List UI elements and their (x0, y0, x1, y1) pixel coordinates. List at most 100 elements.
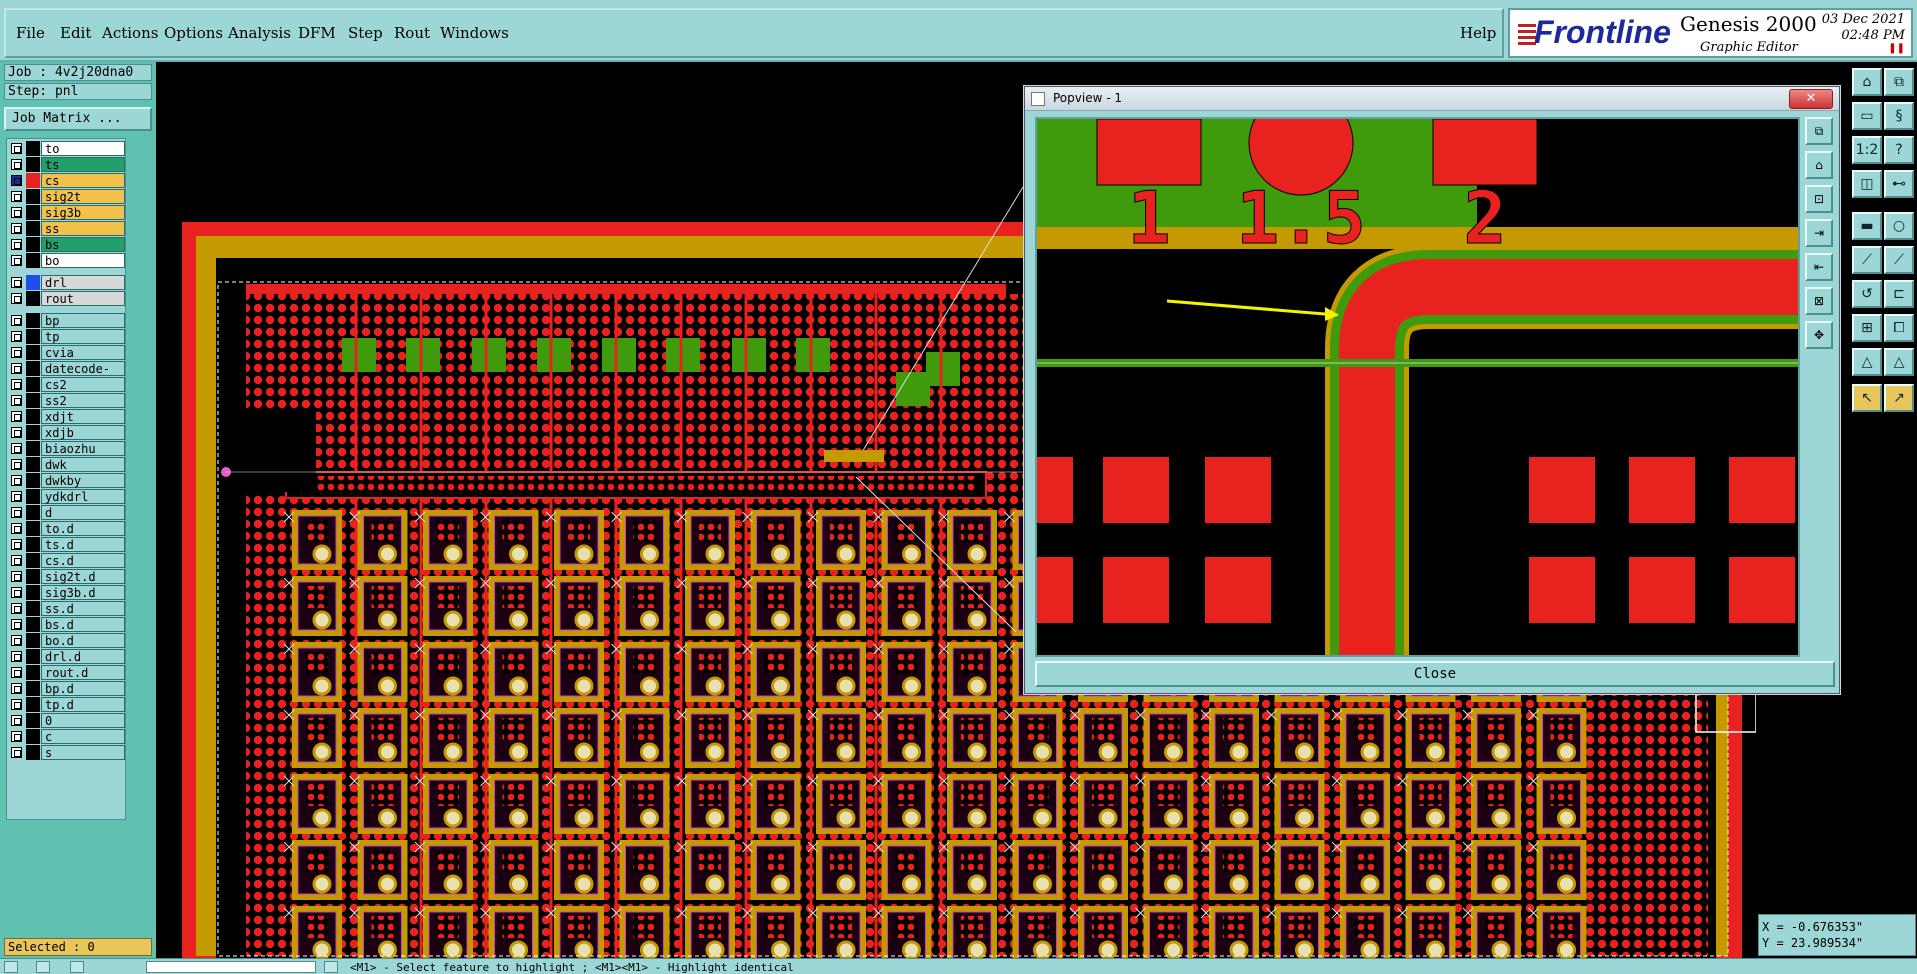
layer-row-to[interactable]: to (9, 141, 125, 156)
layer-row-rout-d[interactable]: rout.d (9, 665, 125, 680)
layer-row-cvia[interactable]: cvia (9, 345, 125, 360)
step-icon[interactable]: ▭ (1852, 102, 1882, 130)
layer-name[interactable]: sig2t (41, 189, 125, 204)
layer-name[interactable]: cvia (41, 345, 125, 360)
layer-name[interactable]: bp (41, 313, 125, 328)
layer-checkbox[interactable] (11, 443, 22, 454)
layer-checkbox[interactable] (11, 159, 22, 170)
layer-row-cs2[interactable]: cs2 (9, 377, 125, 392)
layer-checkbox[interactable] (11, 363, 22, 374)
status-snap-icon[interactable] (70, 961, 84, 973)
layer-name[interactable]: sig3b (41, 205, 125, 220)
layer-row-ts[interactable]: ts (9, 157, 125, 172)
layer-row-s[interactable]: s (9, 745, 125, 760)
layer-checkbox[interactable] (11, 223, 22, 234)
layer-name[interactable]: drl.d (41, 649, 125, 664)
layer-row-ss2[interactable]: ss2 (9, 393, 125, 408)
layer-checkbox[interactable] (11, 523, 22, 534)
select-icon[interactable]: ⊞ (1852, 314, 1882, 342)
pointer-icon[interactable]: ↖ (1852, 384, 1882, 412)
layer-name[interactable]: dwkby (41, 473, 125, 488)
layer-checkbox[interactable] (11, 411, 22, 422)
layer-checkbox[interactable] (11, 555, 22, 566)
menu-file[interactable]: File (16, 24, 45, 42)
layer-name[interactable]: s (41, 745, 125, 760)
layers-icon[interactable]: ◫ (1852, 170, 1882, 198)
layer-checkbox[interactable] (11, 587, 22, 598)
layer-checkbox[interactable] (11, 175, 22, 186)
menu-edit[interactable]: Edit (60, 24, 91, 42)
layer-name[interactable]: d (41, 505, 125, 520)
layer-row-bo[interactable]: bo (9, 253, 125, 268)
layer-checkbox[interactable] (11, 731, 22, 742)
edit-pointer-icon[interactable]: ↗ (1884, 384, 1914, 412)
layer-checkbox[interactable] (11, 315, 22, 326)
layer-row-drl-d[interactable]: drl.d (9, 649, 125, 664)
route-icon[interactable]: ⟋ (1884, 246, 1914, 274)
layer-row-sig2t[interactable]: sig2t (9, 189, 125, 204)
layer-checkbox[interactable] (11, 207, 22, 218)
layer-row-ts-d[interactable]: ts.d (9, 537, 125, 552)
layer-name[interactable]: sig2t.d (41, 569, 125, 584)
pad-icon[interactable]: ▬ (1852, 212, 1882, 240)
layer-row-tp[interactable]: tp (9, 329, 125, 344)
layer-checkbox[interactable] (11, 379, 22, 390)
layer-name[interactable]: c (41, 729, 125, 744)
layer-checkbox[interactable] (11, 539, 22, 550)
layer-row-tp-d[interactable]: tp.d (9, 697, 125, 712)
help-icon[interactable]: ? (1884, 136, 1914, 164)
layer-name[interactable]: tp (41, 329, 125, 344)
layer-row-0[interactable]: 0 (9, 713, 125, 728)
layer-row-c[interactable]: c (9, 729, 125, 744)
status-close-icon[interactable] (36, 961, 50, 973)
layer-row-ss[interactable]: ss (9, 221, 125, 236)
layer-checkbox[interactable] (11, 347, 22, 358)
popview-out-icon[interactable]: ⇤ (1805, 253, 1833, 281)
layer-name[interactable]: rout (41, 291, 125, 306)
layer-checkbox[interactable] (11, 507, 22, 518)
layer-name[interactable]: cs.d (41, 553, 125, 568)
layer-row-sig3b[interactable]: sig3b (9, 205, 125, 220)
layer-checkbox[interactable] (11, 571, 22, 582)
layer-checkbox[interactable] (11, 667, 22, 678)
menu-help[interactable]: Help (1460, 24, 1496, 42)
layer-name[interactable]: dwk (41, 457, 125, 472)
layer-name[interactable]: xdjt (41, 409, 125, 424)
circle-icon[interactable]: ○ (1884, 212, 1914, 240)
popview-zoom-icon[interactable]: ⧉ (1805, 117, 1833, 145)
layer-name[interactable]: ss.d (41, 601, 125, 616)
arc-icon[interactable]: ↺ (1852, 280, 1882, 308)
layer-checkbox[interactable] (11, 143, 22, 154)
layer-name[interactable]: bp.d (41, 681, 125, 696)
layer-name[interactable]: bs.d (41, 617, 125, 632)
layer-row-rout[interactable]: rout (9, 291, 125, 306)
layer-row-d[interactable]: d (9, 505, 125, 520)
status-grid-icon[interactable] (324, 961, 338, 973)
layer-name[interactable]: cs2 (41, 377, 125, 392)
layer-checkbox[interactable] (11, 651, 22, 662)
menu-dfm[interactable]: DFM (298, 24, 336, 42)
scale-icon[interactable]: 1:2 (1852, 136, 1882, 164)
layer-name[interactable]: biaozhu (41, 441, 125, 456)
layer-name[interactable]: bo (41, 253, 125, 268)
layer-name[interactable]: ydkdrl (41, 489, 125, 504)
measure-icon[interactable]: ⊷ (1884, 170, 1914, 198)
layer-checkbox[interactable] (11, 491, 22, 502)
layer-name[interactable]: ss2 (41, 393, 125, 408)
status-toggle-icon[interactable] (4, 961, 18, 973)
home-icon[interactable]: ⌂ (1852, 68, 1882, 96)
command-input[interactable] (146, 961, 316, 973)
layer-row-cs-d[interactable]: cs.d (9, 553, 125, 568)
layer-name[interactable]: to.d (41, 521, 125, 536)
layer-name[interactable]: ts.d (41, 537, 125, 552)
warning-alt-icon[interactable]: △ (1884, 348, 1914, 376)
layer-row-sig3b-d[interactable]: sig3b.d (9, 585, 125, 600)
zoom-icon[interactable]: ⧉ (1884, 68, 1914, 96)
snap-icon[interactable]: § (1884, 102, 1914, 130)
layer-checkbox[interactable] (11, 239, 22, 250)
layer-row-dwk[interactable]: dwk (9, 457, 125, 472)
menu-step[interactable]: Step (348, 24, 383, 42)
popview-center-icon[interactable]: ⊠ (1805, 287, 1833, 315)
layer-name[interactable]: cs (41, 173, 125, 188)
layer-checkbox[interactable] (11, 699, 22, 710)
